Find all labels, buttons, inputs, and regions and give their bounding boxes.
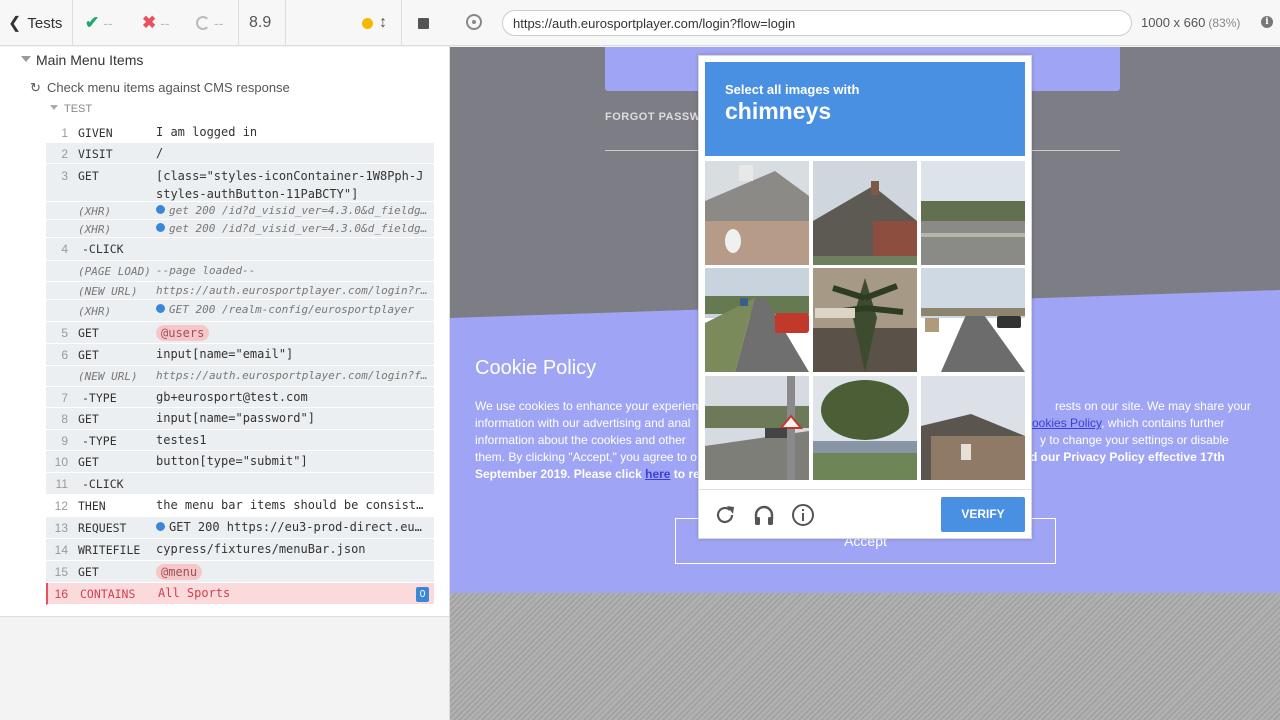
divider <box>238 0 239 46</box>
captcha-tile[interactable] <box>813 268 917 372</box>
failed-command-row[interactable]: 16 CONTAINS All Sports 0 <box>46 583 434 605</box>
pending-count: -- <box>196 0 223 46</box>
status-dot-icon <box>362 17 373 29</box>
command-row[interactable]: 5 GET @users <box>46 322 434 344</box>
test-section-toggle[interactable]: TEST <box>50 103 92 115</box>
captcha-tile[interactable] <box>921 268 1025 372</box>
xhr-row[interactable]: (XHR) GET 200 /realm-config/eurosportpla… <box>46 300 434 322</box>
command-row[interactable]: 3 GET [class="styles-iconContainer-1W8Pp… <box>46 164 434 202</box>
caret-down-icon <box>21 56 31 62</box>
check-icon: ✔ <box>85 13 100 32</box>
info-icon[interactable]: i <box>1261 16 1273 28</box>
xhr-status-dot-icon <box>156 205 165 214</box>
alias-badge: @users <box>156 325 210 341</box>
command-row[interactable]: 4 -CLICK <box>46 238 434 261</box>
cookies-policy-link[interactable]: ookies Policy <box>1032 416 1101 430</box>
divider <box>699 489 1031 490</box>
auto-scroll-button[interactable]: ↕ <box>379 0 387 46</box>
verify-button[interactable]: VERIFY <box>941 497 1025 532</box>
captcha-tile[interactable] <box>813 376 917 480</box>
command-log-panel: ❮ Tests ✔ -- ✖ -- -- 8.9 ↕ Main Menu Ite… <box>0 0 450 720</box>
command-row[interactable]: 7 -TYPE gb+eurosport@test.com <box>46 387 434 408</box>
captcha-challenge: Select all images with chimneys VERIFY <box>698 55 1032 539</box>
xhr-row[interactable]: (XHR) get 200 /id?d_visid_ver=4.3.0&d_fi… <box>46 202 434 220</box>
aut-outside-area <box>450 593 1280 720</box>
duration: 8.9 <box>249 14 272 31</box>
captcha-tile[interactable] <box>921 161 1025 265</box>
xhr-status-dot-icon <box>156 522 165 531</box>
command-row[interactable]: 13 REQUEST GET 200 https://eu3-prod-dire… <box>46 517 434 539</box>
divider <box>401 0 402 46</box>
command-row[interactable]: 11 -CLICK <box>46 473 434 495</box>
command-row[interactable]: 12 THEN the menu bar items should be con… <box>46 495 434 517</box>
running-spinner-icon: ↻ <box>30 80 41 95</box>
suite-title: Main Menu Items <box>36 52 144 68</box>
test-title: Check menu items against CMS response <box>47 80 290 95</box>
forgot-password-link[interactable]: FORGOT PASSWO <box>605 111 710 123</box>
pending-ring-icon <box>196 16 210 30</box>
url-bar[interactable]: https://auth.eurosportplayer.com/login?f… <box>502 10 1132 36</box>
test-header[interactable]: ↻ Check menu items against CMS response <box>0 77 449 99</box>
passed-count: ✔ -- <box>85 13 113 32</box>
command-row[interactable]: 6 GET input[name="email"] <box>46 344 434 366</box>
divider <box>72 0 73 46</box>
tests-button[interactable]: ❮ Tests <box>8 0 68 46</box>
tests-label: Tests <box>27 14 63 32</box>
element-count-badge: 0 <box>416 587 429 602</box>
running-status-indicator <box>362 0 373 46</box>
here-link[interactable]: here <box>645 467 670 481</box>
new-url-row[interactable]: (NEW URL) https://auth.eurosportplayer.c… <box>46 366 434 387</box>
selector-playground-crosshair-icon[interactable] <box>466 14 482 30</box>
reporter-body: Main Menu Items ↻ Check menu items again… <box>0 47 449 617</box>
divider <box>285 0 286 46</box>
command-row[interactable]: 15 GET @menu <box>46 561 434 583</box>
command-list: 1 GIVEN I am logged in 2 VISIT / 3 GET [… <box>46 122 434 605</box>
chevron-left-icon: ❮ <box>8 15 22 32</box>
reporter-header: ❮ Tests ✔ -- ✖ -- -- 8.9 ↕ <box>0 0 450 46</box>
failed-count: ✖ -- <box>142 13 170 32</box>
captcha-tile[interactable] <box>813 161 917 265</box>
command-row[interactable]: 2 VISIT / <box>46 143 434 164</box>
new-url-row[interactable]: (NEW URL) https://auth.eurosportplayer.c… <box>46 282 434 300</box>
suite-header[interactable]: Main Menu Items <box>0 47 449 73</box>
viewport-size: 1000 x 660 (83%) <box>1141 15 1241 30</box>
reload-icon[interactable] <box>713 503 737 527</box>
captcha-tile[interactable] <box>705 376 809 480</box>
captcha-tile[interactable] <box>705 268 809 372</box>
info-icon[interactable] <box>791 503 815 527</box>
xhr-row[interactable]: (XHR) get 200 /id?d_visid_ver=4.3.0&d_fi… <box>46 220 434 238</box>
captcha-tile[interactable] <box>921 376 1025 480</box>
captcha-prompt: Select all images with chimneys <box>705 62 1025 156</box>
x-icon: ✖ <box>142 13 157 32</box>
page-load-row[interactable]: (PAGE LOAD) --page loaded-- <box>46 261 434 282</box>
stop-button[interactable] <box>418 0 429 46</box>
command-row[interactable]: 14 WRITEFILE cypress/fixtures/menuBar.js… <box>46 539 434 561</box>
captcha-tile[interactable] <box>705 161 809 265</box>
xhr-status-dot-icon <box>156 223 165 232</box>
command-row[interactable]: 1 GIVEN I am logged in <box>46 122 434 143</box>
command-row[interactable]: 10 GET button[type="submit"] <box>46 451 434 473</box>
headphones-icon[interactable] <box>752 503 776 527</box>
cookie-policy-title: Cookie Policy <box>475 357 597 379</box>
caret-down-icon <box>50 105 58 110</box>
alias-badge: @menu <box>156 564 203 580</box>
command-row[interactable]: 9 -TYPE testes1 <box>46 430 434 451</box>
xhr-status-dot-icon <box>156 304 165 313</box>
command-row[interactable]: 8 GET input[name="password"] <box>46 408 434 430</box>
stop-icon <box>418 17 429 29</box>
arrows-vertical-icon: ↕ <box>379 14 387 31</box>
